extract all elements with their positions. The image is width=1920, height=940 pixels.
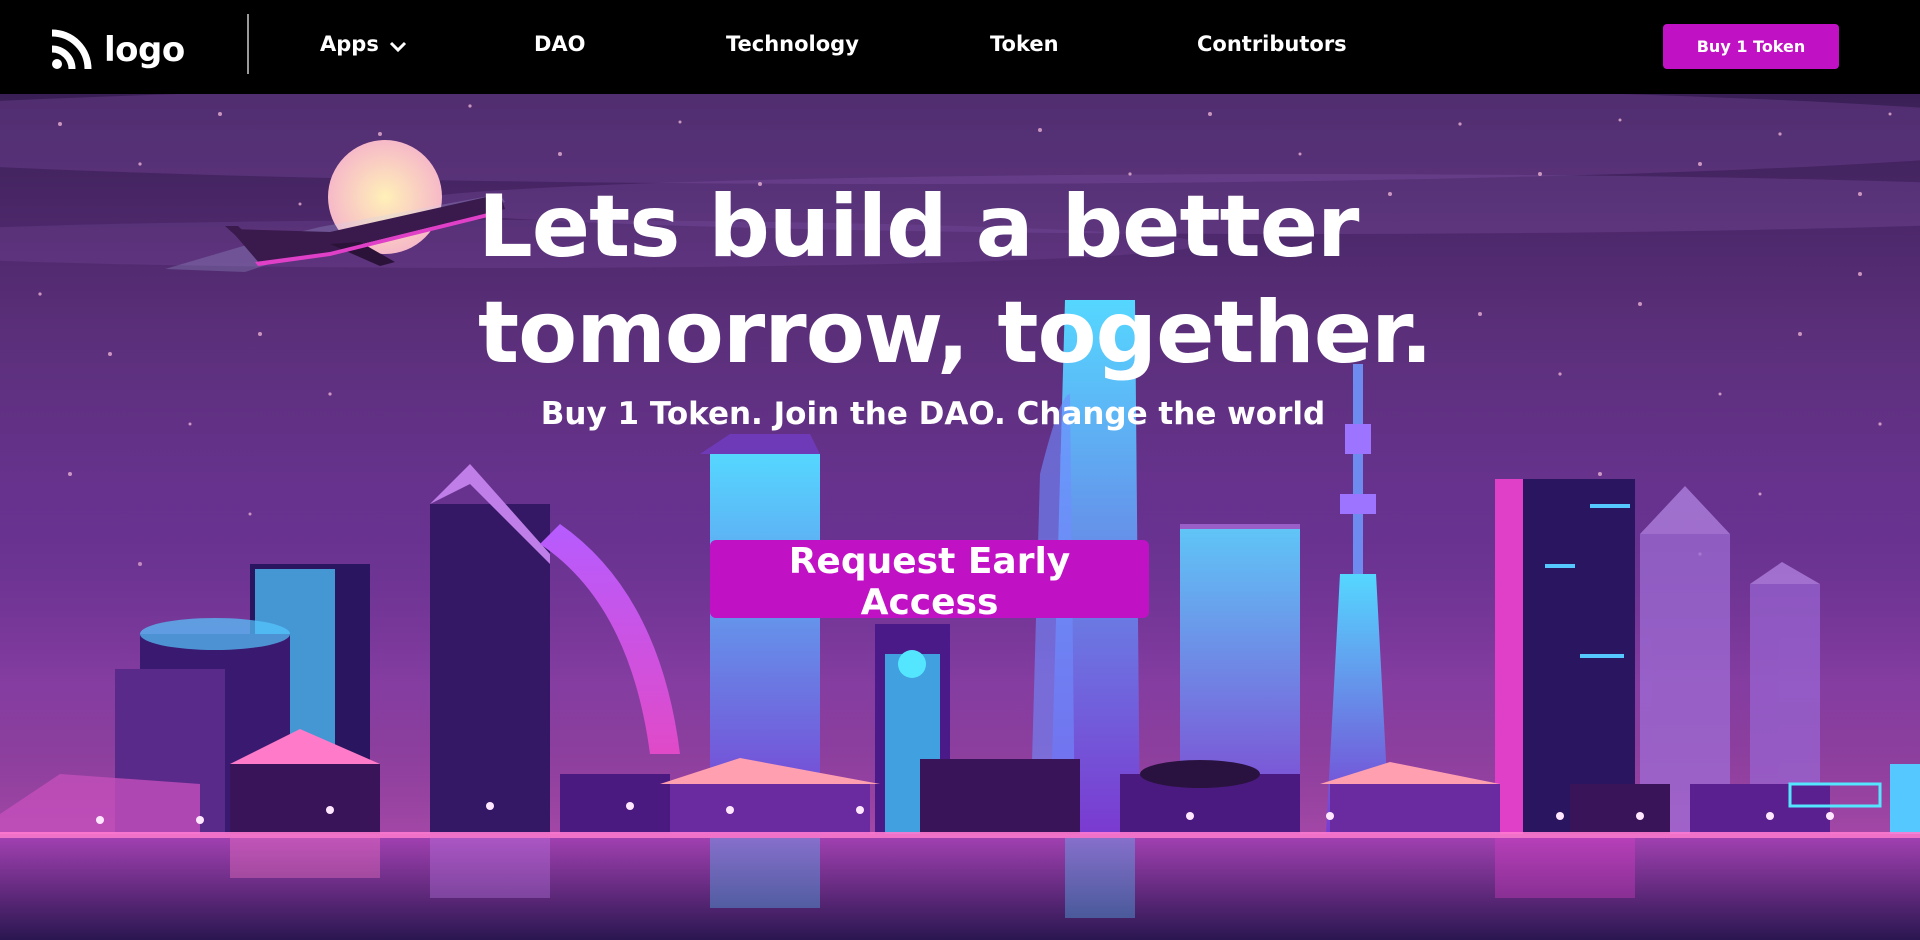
nav-item-technology[interactable]: Technology — [726, 32, 859, 56]
nav-item-token[interactable]: Token — [990, 32, 1059, 56]
logo[interactable]: logo — [48, 26, 185, 74]
top-navbar: logo Apps DAO Technology Token Contribut… — [0, 0, 1920, 94]
hero-headline: Lets build a better tomorrow, together. — [478, 174, 1438, 386]
buy-token-button[interactable]: Buy 1 Token — [1663, 24, 1839, 69]
logo-icon — [51, 29, 92, 70]
hero-subheadline: Buy 1 Token. Join the DAO. Change the wo… — [540, 396, 1326, 432]
hero-headline-line2: tomorrow, together. — [478, 283, 1433, 383]
logo-text: logo — [104, 30, 185, 70]
nav-item-apps[interactable]: Apps — [320, 32, 407, 56]
chevron-down-icon — [389, 41, 406, 53]
nav-item-apps-label: Apps — [320, 32, 379, 56]
nav-item-dao[interactable]: DAO — [534, 32, 586, 56]
hero-section: Lets build a better tomorrow, together. … — [0, 94, 1920, 940]
request-early-access-button[interactable]: Request Early Access — [710, 540, 1149, 623]
hero-headline-line1: Lets build a better — [478, 177, 1359, 277]
nav-item-contributors[interactable]: Contributors — [1197, 32, 1347, 56]
nav-divider — [247, 14, 249, 74]
